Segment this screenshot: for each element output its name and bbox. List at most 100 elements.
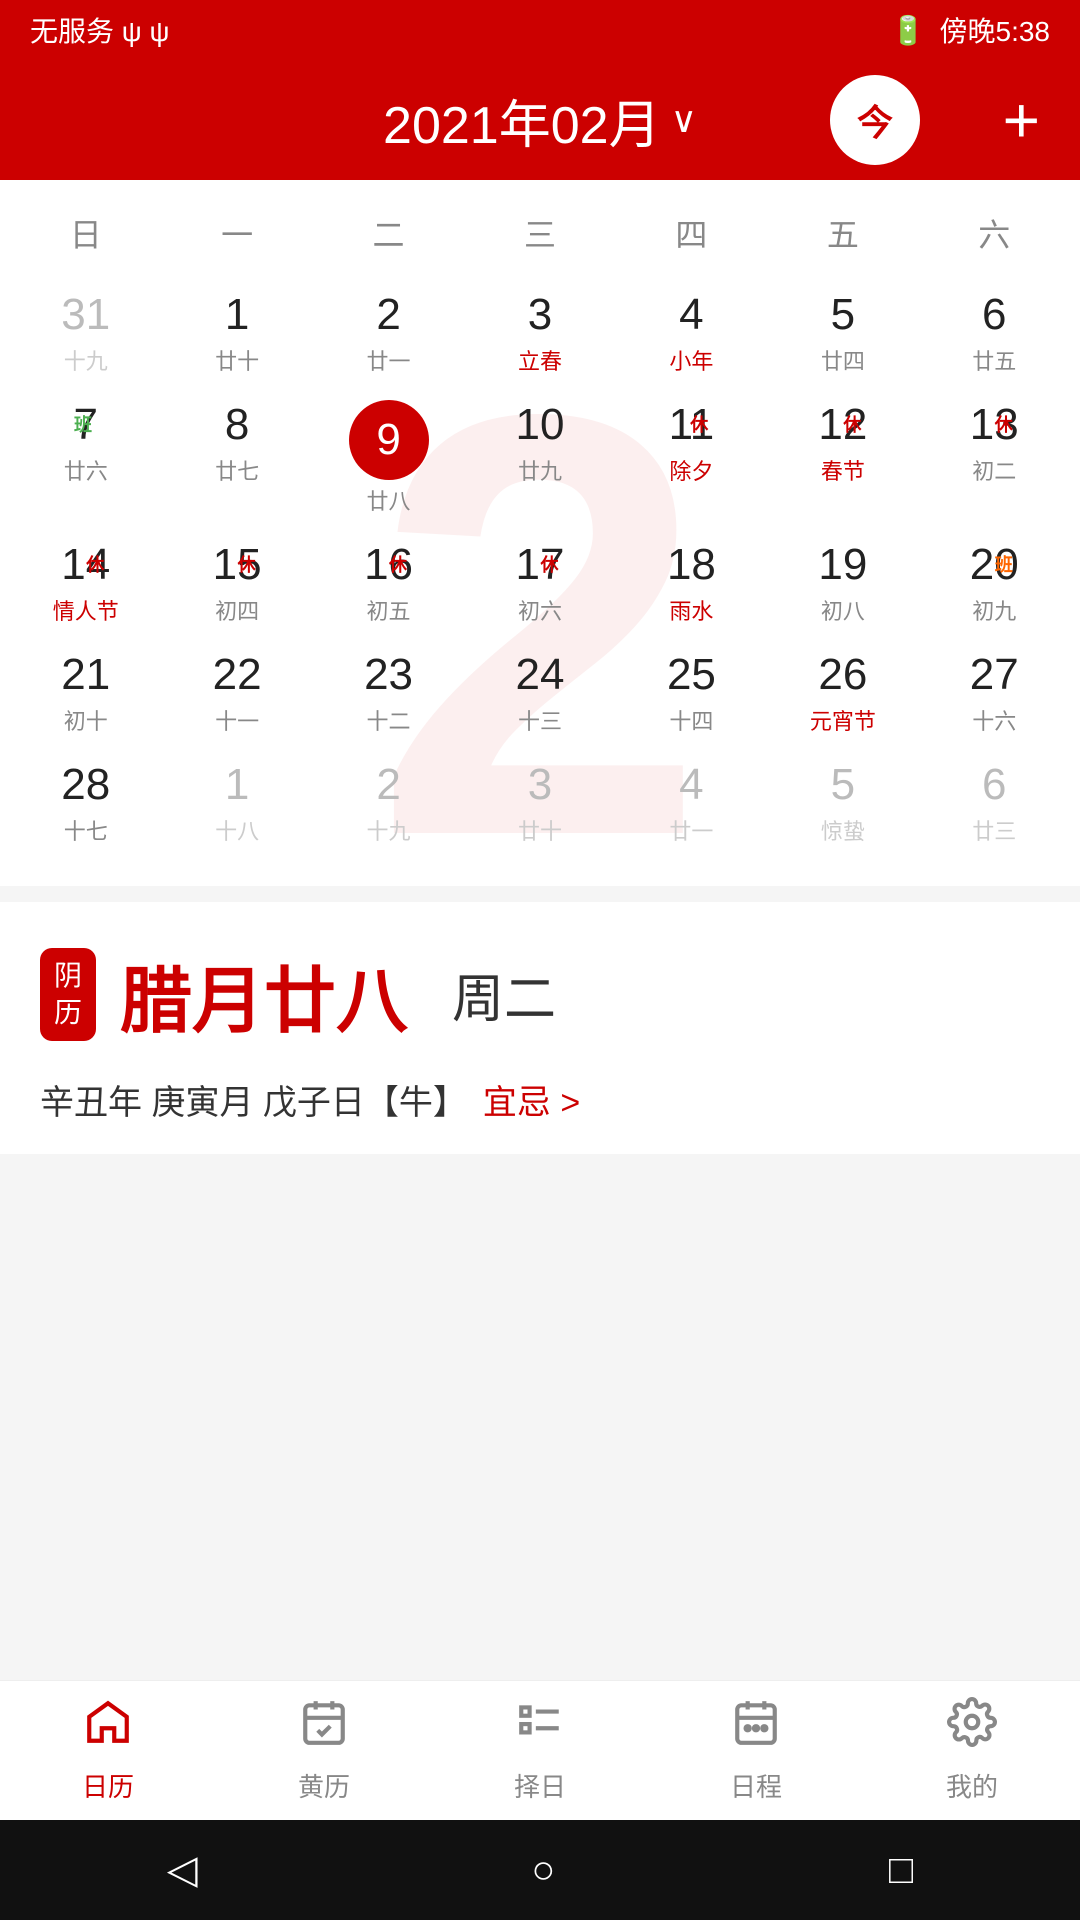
add-button[interactable]: + bbox=[1003, 88, 1040, 152]
day-lunar: 惊蛰 bbox=[767, 814, 918, 846]
day-cell[interactable]: 6廿五 bbox=[919, 276, 1070, 386]
nav-item-日程[interactable]: 日程 bbox=[648, 1687, 864, 1814]
recents-button[interactable]: □ bbox=[889, 1848, 913, 1893]
nav-label-我的: 我的 bbox=[946, 1767, 998, 1804]
day-cell[interactable]: 3立春 bbox=[464, 276, 615, 386]
home-button[interactable]: ○ bbox=[531, 1848, 555, 1893]
day-cell[interactable]: 25十四 bbox=[616, 636, 767, 746]
time-display: 傍晚5:38 bbox=[940, 10, 1051, 50]
info-header: 阴历 腊月廿八 周二 bbox=[40, 942, 1040, 1047]
day-cell[interactable]: 16休初五 bbox=[313, 526, 464, 636]
nav-item-日历[interactable]: 日历 bbox=[0, 1687, 216, 1814]
day-number: 24 bbox=[516, 650, 565, 700]
nav-item-我的[interactable]: 我的 bbox=[864, 1687, 1080, 1814]
weekday-header-cell: 六 bbox=[919, 200, 1070, 266]
back-button[interactable]: ◁ bbox=[167, 1847, 198, 1893]
day-lunar: 初六 bbox=[464, 594, 615, 626]
day-cell[interactable]: 21初十 bbox=[10, 636, 161, 746]
nav-icon-日程 bbox=[731, 1697, 781, 1759]
day-number: 31 bbox=[61, 290, 110, 340]
day-badge: 休 bbox=[385, 550, 411, 578]
day-number: 27 bbox=[970, 650, 1019, 700]
day-cell[interactable]: 2十九 bbox=[313, 746, 464, 856]
day-lunar: 廿一 bbox=[616, 814, 767, 846]
day-cell[interactable]: 26元宵节 bbox=[767, 636, 918, 746]
weekday-header-cell: 日 bbox=[10, 200, 161, 266]
day-lunar: 十一 bbox=[161, 704, 312, 736]
day-cell[interactable]: 4廿一 bbox=[616, 746, 767, 856]
day-cell[interactable]: 15休初四 bbox=[161, 526, 312, 636]
nav-icon-日历 bbox=[83, 1697, 133, 1759]
day-cell[interactable]: 6廿三 bbox=[919, 746, 1070, 856]
day-cell[interactable]: 11休除夕 bbox=[616, 386, 767, 526]
day-badge: 休 bbox=[839, 410, 865, 438]
day-cell[interactable]: 22十一 bbox=[161, 636, 312, 746]
day-cell[interactable]: 23十二 bbox=[313, 636, 464, 746]
day-lunar: 十二 bbox=[313, 704, 464, 736]
weekday-header-cell: 一 bbox=[161, 200, 312, 266]
day-cell[interactable]: 7班廿六 bbox=[10, 386, 161, 526]
status-right: 🔋 傍晚5:38 bbox=[891, 10, 1050, 50]
day-cell[interactable]: 31 十九 bbox=[10, 276, 161, 386]
weekday-header-cell: 四 bbox=[616, 200, 767, 266]
nav-icon-我的 bbox=[947, 1697, 997, 1759]
day-number: 6 bbox=[982, 290, 1006, 340]
day-number: 1 bbox=[225, 760, 249, 810]
day-cell[interactable]: 12休春节 bbox=[767, 386, 918, 526]
day-lunar: 廿八 bbox=[313, 484, 464, 516]
day-cell[interactable]: 8 廿七 bbox=[161, 386, 312, 526]
month-title[interactable]: 2021年02月 ∨ bbox=[383, 83, 697, 158]
day-cell[interactable]: 3廿十 bbox=[464, 746, 615, 856]
day-lunar: 十九 bbox=[10, 344, 161, 376]
day-lunar: 雨水 bbox=[616, 594, 767, 626]
day-number: 5 bbox=[831, 760, 855, 810]
day-cell[interactable]: 1 十八 bbox=[161, 746, 312, 856]
day-cell[interactable]: 5廿四 bbox=[767, 276, 918, 386]
day-badge: 班 bbox=[991, 550, 1017, 578]
nav-item-择日[interactable]: 择日 bbox=[432, 1687, 648, 1814]
day-cell[interactable]: 4小年 bbox=[616, 276, 767, 386]
day-lunar: 十三 bbox=[464, 704, 615, 736]
nav-item-黄历[interactable]: 黄历 bbox=[216, 1687, 432, 1814]
calendar-body: 日一二三四五六 2 31十九1廿十2廿一3立春4小年5廿四6廿五7班廿六8廿七9… bbox=[0, 180, 1080, 886]
day-cell[interactable]: 1廿十 bbox=[161, 276, 312, 386]
day-cell[interactable]: 13休初二 bbox=[919, 386, 1070, 526]
add-icon: + bbox=[1003, 84, 1040, 156]
calendar-header: 2021年02月 ∨ 今 + bbox=[0, 60, 1080, 180]
day-cell[interactable]: 28十七 bbox=[10, 746, 161, 856]
day-number: 2 bbox=[376, 760, 400, 810]
day-cell[interactable]: 24 十三 bbox=[464, 636, 615, 746]
day-cell[interactable]: 10廿九 bbox=[464, 386, 615, 526]
nav-icon-黄历 bbox=[299, 1697, 349, 1759]
day-lunar: 廿七 bbox=[161, 454, 312, 486]
status-left: 无服务 ψ ψ bbox=[30, 10, 169, 50]
day-cell[interactable]: 18雨水 bbox=[616, 526, 767, 636]
day-cell[interactable]: 19初八 bbox=[767, 526, 918, 636]
nav-label-黄历: 黄历 bbox=[298, 1767, 350, 1804]
day-cell[interactable]: 14休情人节 bbox=[10, 526, 161, 636]
weekday-header: 日一二三四五六 bbox=[0, 200, 1080, 266]
day-number: 4 bbox=[679, 290, 703, 340]
day-number: 2 bbox=[376, 290, 400, 340]
day-lunar: 十八 bbox=[161, 814, 312, 846]
day-number: 25 bbox=[667, 650, 716, 700]
day-cell[interactable]: 2廿一 bbox=[313, 276, 464, 386]
day-cell[interactable]: 27十六 bbox=[919, 636, 1070, 746]
day-cell[interactable]: 17休初六 bbox=[464, 526, 615, 636]
yiji-link[interactable]: 宜忌 > bbox=[483, 1075, 580, 1124]
day-cell[interactable]: 20班初九 bbox=[919, 526, 1070, 636]
today-button[interactable]: 今 bbox=[830, 75, 920, 165]
day-number: 8 bbox=[225, 400, 249, 450]
day-lunar: 除夕 bbox=[616, 454, 767, 486]
nav-icon-择日 bbox=[515, 1697, 565, 1759]
ganzhi-row: 辛丑年 庚寅月 戊子日【牛】 宜忌 > bbox=[40, 1075, 1040, 1124]
day-cell[interactable]: 5 惊蛰 bbox=[767, 746, 918, 856]
day-grid: 31十九1廿十2廿一3立春4小年5廿四6廿五7班廿六8廿七9廿八10廿九11休除… bbox=[0, 276, 1080, 856]
day-lunar: 十七 bbox=[10, 814, 161, 846]
lunar-date: 腊月廿八 bbox=[120, 942, 408, 1047]
day-badge: 班 bbox=[70, 410, 96, 438]
system-nav: ◁ ○ □ bbox=[0, 1820, 1080, 1920]
day-lunar: 初五 bbox=[313, 594, 464, 626]
today-label: 今 bbox=[857, 94, 893, 146]
day-cell[interactable]: 9廿八 bbox=[313, 386, 464, 526]
